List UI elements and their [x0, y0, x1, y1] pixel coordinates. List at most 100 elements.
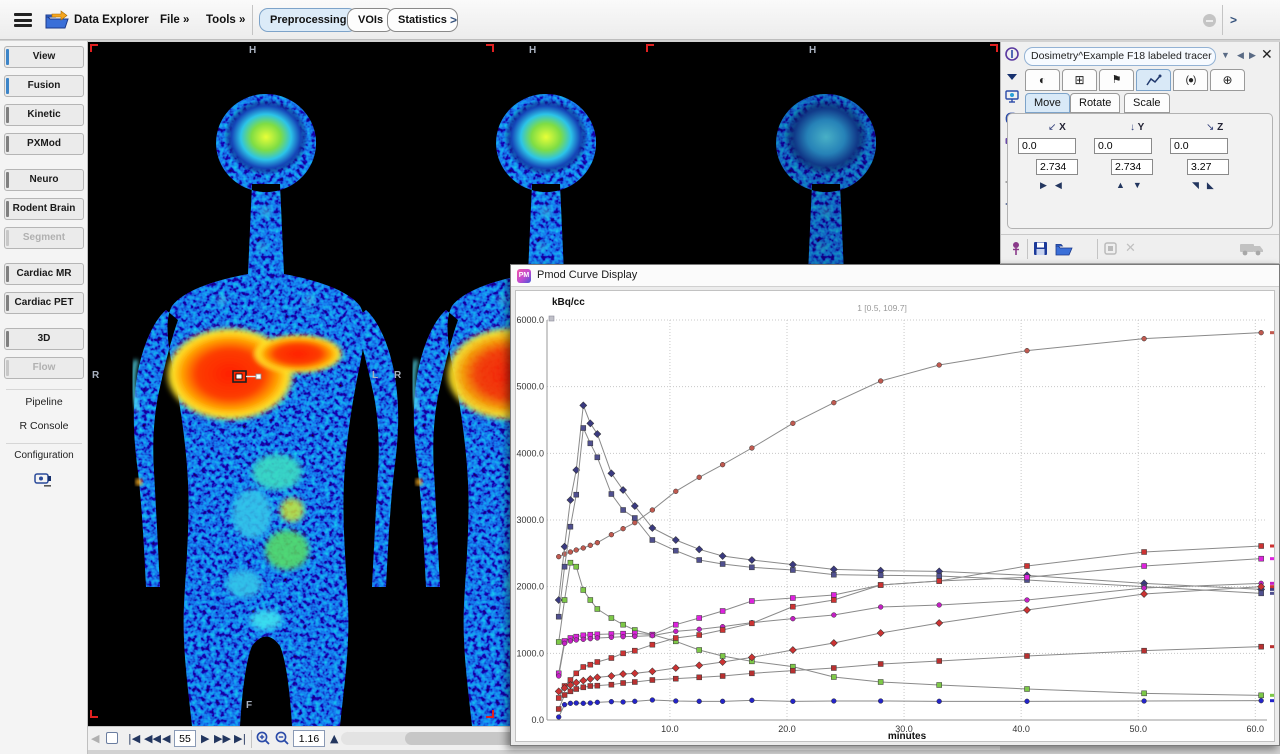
menu-file[interactable]: File »: [160, 14, 189, 26]
subtab-rotate[interactable]: Rotate: [1070, 93, 1120, 113]
svg-text:50.0: 50.0: [1129, 724, 1147, 734]
sidebar-item-neuro[interactable]: Neuro: [4, 169, 84, 191]
sidebar-item-cardiac-pet[interactable]: Cardiac PET: [4, 292, 84, 314]
export-truck-icon-disabled: [1239, 242, 1265, 256]
sidebar-item-flow: Flow: [4, 357, 84, 379]
pmod-folder-icon[interactable]: [44, 9, 70, 31]
y-step-buttons[interactable]: ▲▼: [1116, 180, 1150, 190]
orientation-label-h3: H: [809, 45, 816, 56]
clear-icon-disabled: ✕: [1125, 240, 1136, 256]
curve-window-titlebar[interactable]: PM Pmod Curve Display: [511, 265, 1279, 287]
step-z-input[interactable]: [1187, 159, 1229, 175]
tab-pin-tool[interactable]: ⚑: [1099, 69, 1134, 91]
sidebar-item-3d[interactable]: 3D: [4, 328, 84, 350]
sidebar-item-cardiac-mr[interactable]: Cardiac MR: [4, 263, 84, 285]
toolbar-separator: [252, 5, 253, 35]
overlay-checkbox[interactable]: [106, 732, 118, 744]
save-icon[interactable]: [1033, 241, 1049, 257]
zoom-out-icon[interactable]: [275, 731, 290, 746]
database-icon[interactable]: [1004, 46, 1021, 63]
apply-icon-disabled: [1104, 242, 1118, 256]
frame-number-input[interactable]: [174, 730, 196, 747]
move-x-input[interactable]: [1018, 138, 1076, 154]
sidebar-item-view[interactable]: View: [4, 46, 84, 68]
vt-separator: [251, 730, 252, 748]
tab-statistics[interactable]: Statistics: [387, 8, 458, 32]
last-frame-icon[interactable]: ▶|: [234, 731, 246, 746]
active-view-corner-tl: [90, 44, 98, 52]
sidebar-link-configuration[interactable]: Configuration: [0, 450, 88, 461]
orientation-label-h2: H: [529, 45, 536, 56]
x-step-buttons[interactable]: ▶◀: [1040, 180, 1070, 191]
orientation-label-r1: R: [92, 370, 99, 381]
svg-text:1000.0: 1000.0: [516, 648, 544, 658]
active-view-corner-br: [486, 710, 494, 718]
sidebar-item-kinetic[interactable]: Kinetic: [4, 104, 84, 126]
next-frame-icon[interactable]: ▶: [201, 731, 209, 746]
tab-transform[interactable]: [1136, 69, 1171, 91]
expand-down-icon[interactable]: [1004, 68, 1021, 85]
svg-text:4000.0: 4000.0: [516, 448, 544, 458]
tab-motion[interactable]: (●): [1173, 69, 1208, 91]
close-panel-icon[interactable]: ✕: [1261, 46, 1273, 63]
view3-corner-tr: [990, 44, 998, 52]
fast-forward-icon[interactable]: ▶▶: [214, 731, 231, 746]
view3-corner-tl: [646, 44, 654, 52]
study-selector-dropdown[interactable]: Dosimetry^Example F18 labeled tracer D: [1024, 47, 1216, 66]
motion-icon: (●): [1186, 75, 1196, 86]
pmod-logo-icon: PM: [517, 269, 531, 283]
sidebar-item-segment: Segment: [4, 227, 84, 249]
tab-registration[interactable]: ⊕: [1210, 69, 1245, 91]
fast-rewind-icon[interactable]: ◀◀: [144, 731, 161, 746]
top-right-arrow[interactable]: >: [1230, 13, 1237, 27]
left-sidebar: View Fusion Kinetic PXMod Neuro Rodent B…: [0, 41, 88, 754]
time-activity-chart[interactable]: 0.01000.02000.03000.04000.05000.06000.01…: [515, 290, 1275, 742]
frame-scrollbar: [341, 732, 515, 745]
panel-bottom-toolbar: ✕: [1001, 234, 1279, 262]
pet-scan-view-1[interactable]: [102, 42, 402, 726]
configuration-icon[interactable]: [33, 471, 55, 489]
sidebar-item-pxmod[interactable]: PXMod: [4, 133, 84, 155]
load-folder-icon[interactable]: [1055, 241, 1073, 257]
move-z-input[interactable]: [1170, 138, 1228, 154]
collapse-icon[interactable]: ▲: [330, 731, 338, 746]
sidebar-item-fusion[interactable]: Fusion: [4, 75, 84, 97]
tab-layout[interactable]: ⊞: [1062, 69, 1097, 91]
step-y-input[interactable]: [1111, 159, 1153, 175]
subtab-scale[interactable]: Scale: [1124, 93, 1170, 113]
zoom-factor-input[interactable]: [293, 730, 325, 747]
undo-arrow-icon: ◀: [91, 731, 99, 746]
display-settings-icon[interactable]: [1004, 88, 1021, 105]
tab-contrast[interactable]: ◐: [1025, 69, 1060, 91]
brand-label: Data Explorer: [74, 14, 149, 26]
layout-grid-icon: ⊞: [1074, 73, 1084, 87]
tab-preprocessing[interactable]: Preprocessing: [259, 8, 357, 32]
prev-study-icon[interactable]: ◀: [1237, 50, 1244, 61]
tools-panel: M Dosimetry^Example F18 labeled tracer D…: [1000, 42, 1280, 264]
subtab-move[interactable]: Move: [1025, 93, 1070, 113]
sidebar-link-pipeline[interactable]: Pipeline: [0, 396, 88, 408]
svg-text:0.0: 0.0: [531, 715, 544, 725]
svg-text:2000.0: 2000.0: [516, 582, 544, 592]
contrast-icon: ◐: [1039, 73, 1046, 87]
stop-button: [1203, 14, 1216, 27]
orientation-label-h1: H: [249, 45, 256, 56]
first-frame-icon[interactable]: |◀: [128, 731, 140, 746]
next-study-icon[interactable]: ▶: [1249, 50, 1256, 61]
sidebar-divider2: [6, 443, 82, 444]
svg-text:6000.0: 6000.0: [516, 315, 544, 325]
zoom-in-icon[interactable]: [256, 731, 271, 746]
pin-icon[interactable]: [1009, 241, 1023, 257]
toolbar-more-arrow[interactable]: >: [450, 13, 457, 27]
step-x-input[interactable]: [1036, 159, 1078, 175]
prev-frame-icon[interactable]: ◀: [162, 731, 170, 746]
sidebar-link-r-console[interactable]: R Console: [0, 420, 88, 432]
hamburger-menu-icon[interactable]: [14, 13, 32, 27]
z-step-buttons[interactable]: ◥◣: [1192, 180, 1222, 191]
dropdown-chevron-icon[interactable]: ▼: [1221, 50, 1230, 60]
menu-tools[interactable]: Tools »: [206, 14, 245, 26]
sidebar-item-rodent-brain[interactable]: Rodent Brain: [4, 198, 84, 220]
frame-scrollbar-handle[interactable]: [405, 732, 515, 745]
voi-marker[interactable]: [232, 370, 264, 384]
move-y-input[interactable]: [1094, 138, 1152, 154]
